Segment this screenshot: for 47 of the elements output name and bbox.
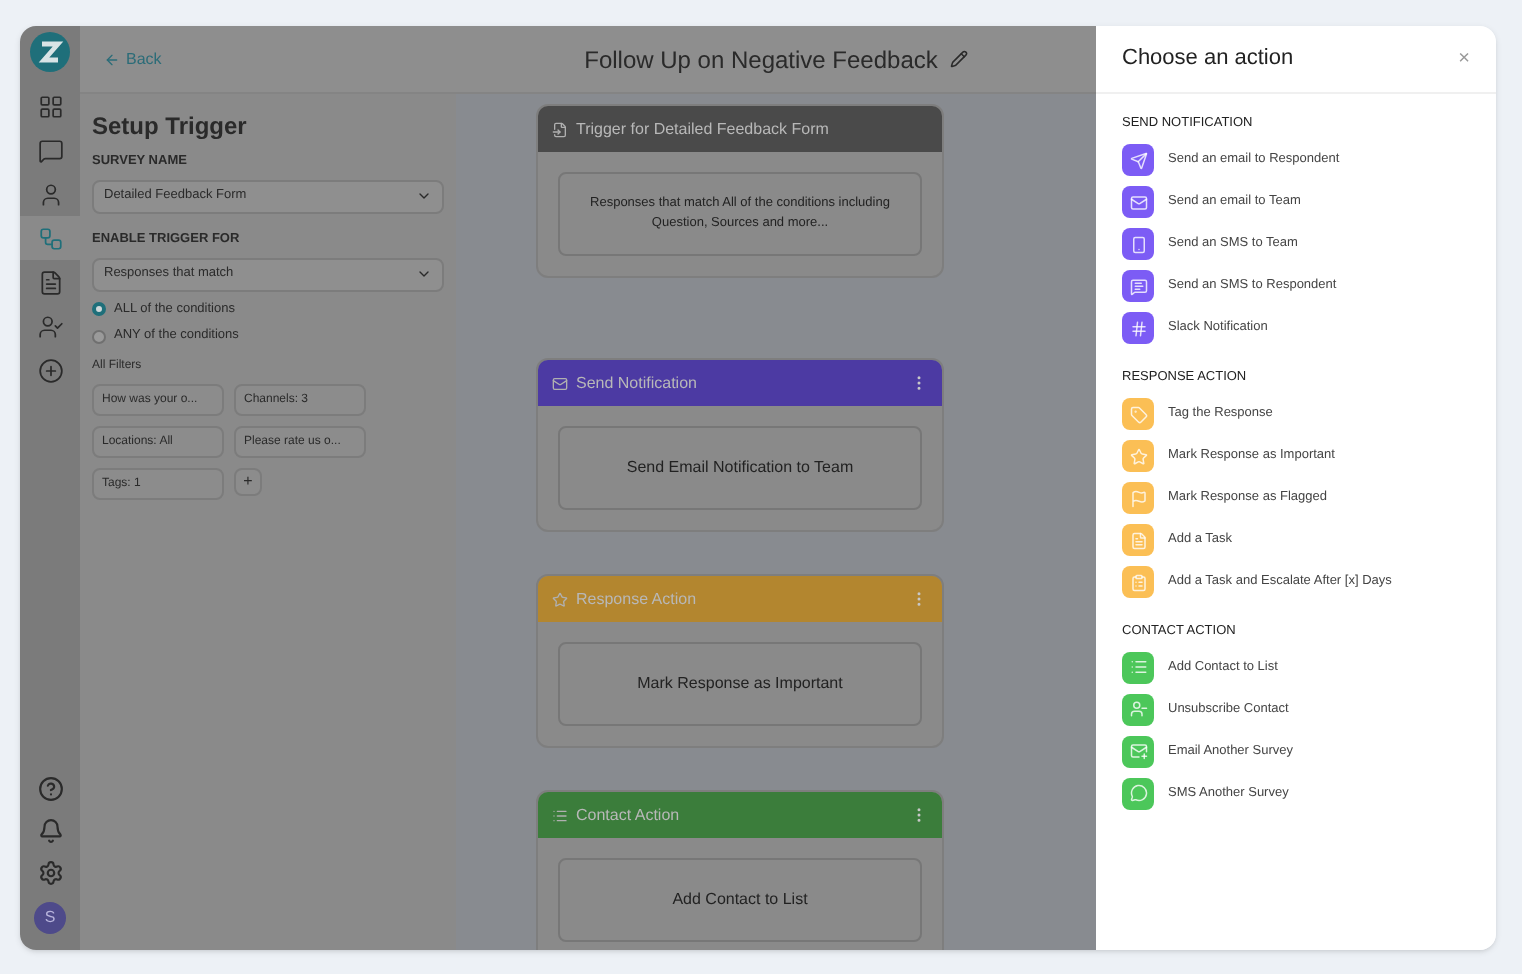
mail-plus-icon [1122,735,1154,768]
card-title: Response Action [576,587,699,611]
list-icon [1122,651,1154,684]
mail-icon [1122,186,1154,219]
tag-icon [1122,398,1154,430]
flag-icon [1122,482,1154,514]
hash-icon [1122,312,1154,345]
panel-title: Setup Trigger [92,110,249,144]
phone-icon [1122,228,1154,261]
message-icon [1122,270,1154,303]
grid-icon [37,93,63,119]
arrow-left-icon [104,51,120,67]
help-icon[interactable] [37,776,63,802]
add-filter-button[interactable]: + [234,468,262,496]
document-icon [37,269,63,295]
chevron-down-icon [416,266,432,282]
card-text: Add Contact to List [672,888,808,912]
card-text: Send Email Notification to Team [626,456,854,480]
star-icon [552,591,568,607]
user-check-icon [37,313,63,339]
card-text: Mark Response as Important [637,672,843,696]
clipboard-icon [1122,566,1154,598]
logo-icon [30,32,70,72]
close-button[interactable]: × [1458,44,1470,74]
page-title: Follow Up on Negative Feedback [584,43,938,77]
card-title: Contact Action [576,803,682,827]
user-minus-icon [1122,693,1154,726]
flow-card[interactable]: Send Notification Send Email Notification to Team [536,358,944,532]
drawer-title: Choose an action [1122,44,1294,75]
flow-card[interactable]: Contact Action Add Contact to List [536,790,944,950]
document-icon [1122,524,1154,556]
card-title: Send Notification [576,371,699,395]
bell-icon[interactable] [37,818,63,844]
workflow-icon [37,225,63,251]
user-icon [37,181,63,207]
form-icon [552,121,568,137]
chat-icon [1122,777,1154,810]
user-avatar[interactable]: S [34,902,66,934]
send-icon [1122,144,1154,177]
plus-circle-icon [37,357,63,383]
flow-card[interactable]: Response Action Mark Response as Important [536,574,944,748]
list-icon [552,807,568,823]
mail-icon [552,375,568,391]
edit-icon[interactable] [949,50,968,68]
card-title: Trigger for Detailed Feedback Form [576,117,831,141]
chat-icon [37,137,63,163]
settings-icon[interactable] [37,860,63,886]
